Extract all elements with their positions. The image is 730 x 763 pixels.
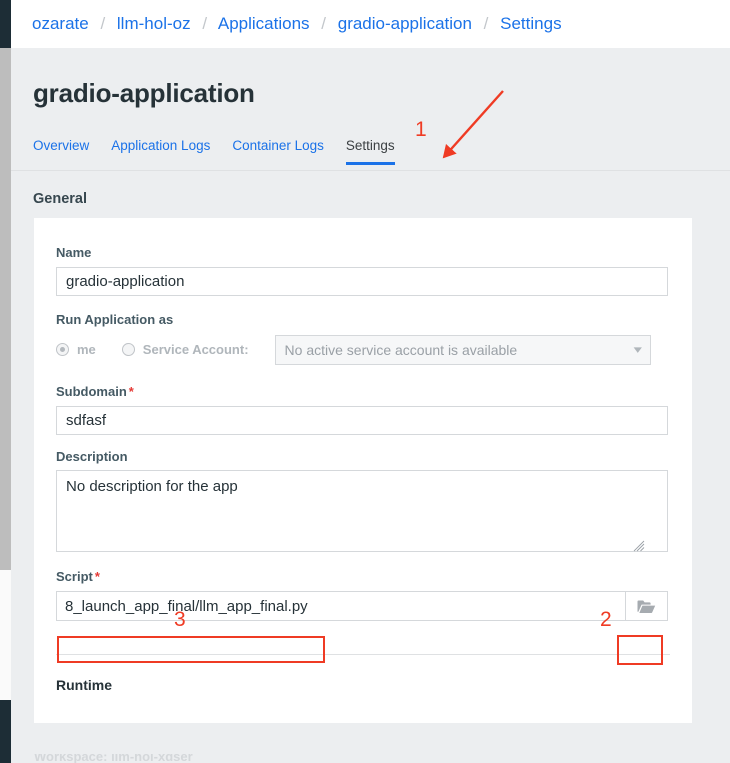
description-label: Description bbox=[56, 449, 128, 464]
run-as-row: me Service Account: No active service ac… bbox=[56, 334, 670, 365]
required-asterisk: * bbox=[128, 384, 134, 399]
breadcrumb-separator: / bbox=[321, 14, 326, 33]
general-settings-card: Name Run Application as me Service Accou… bbox=[34, 218, 692, 723]
service-account-select[interactable]: No active service account is available ▾ bbox=[274, 334, 651, 365]
breadcrumb-item-settings[interactable]: Settings bbox=[500, 14, 561, 33]
breadcrumb-item-llm-hol-oz[interactable]: llm-hol-oz bbox=[117, 14, 191, 33]
left-nav-rail-bottom[interactable] bbox=[0, 700, 11, 763]
radio-option-service-account[interactable]: Service Account: bbox=[121, 342, 249, 357]
subdomain-field-group: Subdomain * bbox=[56, 384, 670, 435]
tab-container-logs[interactable]: Container Logs bbox=[232, 138, 324, 165]
run-as-label: Run Application as bbox=[56, 312, 174, 327]
script-input-row bbox=[56, 591, 670, 621]
chevron-down-icon: ▾ bbox=[633, 344, 642, 356]
tab-application-logs[interactable]: Application Logs bbox=[111, 138, 210, 165]
breadcrumb-item-ozarate[interactable]: ozarate bbox=[32, 14, 89, 33]
top-bar: ozarate / llm-hol-oz / Applications / gr… bbox=[11, 0, 730, 48]
subdomain-label-text: Subdomain bbox=[56, 384, 127, 399]
main-content: gradio-application Overview Application … bbox=[11, 48, 730, 763]
breadcrumb: ozarate / llm-hol-oz / Applications / gr… bbox=[32, 12, 562, 36]
general-section-heading: General bbox=[33, 191, 87, 207]
folder-open-icon bbox=[637, 600, 656, 613]
breadcrumb-separator: / bbox=[202, 14, 208, 33]
script-label: Script * bbox=[56, 569, 670, 584]
breadcrumb-separator: / bbox=[100, 14, 106, 33]
script-input[interactable] bbox=[56, 591, 625, 621]
clipped-bottom-text: Workspace: llm-hol-xdser bbox=[34, 754, 434, 763]
tab-bar: Overview Application Logs Container Logs… bbox=[11, 138, 730, 171]
run-as-field-group: Run Application as me Service Account: N… bbox=[56, 312, 670, 365]
radio-service-account-icon[interactable] bbox=[121, 343, 135, 356]
service-account-select-value: No active service account is available bbox=[284, 341, 518, 358]
tab-settings[interactable]: Settings bbox=[345, 138, 395, 165]
subdomain-label: Subdomain * bbox=[56, 384, 670, 399]
radio-option-me[interactable]: me bbox=[56, 342, 96, 357]
breadcrumb-item-gradio-application[interactable]: gradio-application bbox=[338, 14, 472, 33]
page-scrollbar[interactable] bbox=[0, 48, 11, 700]
script-field-group: Script * bbox=[56, 569, 670, 621]
clipped-bottom-text-value: Workspace: llm-hol-xdser bbox=[34, 754, 193, 763]
page-title: gradio-application bbox=[33, 78, 255, 108]
radio-me-icon[interactable] bbox=[56, 343, 69, 356]
name-input[interactable] bbox=[56, 267, 668, 296]
name-label: Name bbox=[56, 245, 92, 260]
required-asterisk: * bbox=[94, 569, 100, 584]
page-scrollbar-thumb[interactable] bbox=[0, 48, 11, 570]
description-field-group: Description No description for the app bbox=[56, 449, 670, 552]
description-textarea[interactable]: No description for the app bbox=[56, 470, 668, 552]
breadcrumb-item-applications[interactable]: Applications bbox=[218, 14, 310, 33]
radio-service-account-label: Service Account: bbox=[142, 342, 249, 357]
browse-script-button[interactable] bbox=[625, 591, 668, 621]
script-label-text: Script bbox=[56, 569, 93, 584]
name-field-group: Name bbox=[56, 245, 670, 296]
tab-overview[interactable]: Overview bbox=[33, 138, 89, 165]
breadcrumb-separator: / bbox=[483, 14, 489, 33]
subdomain-input[interactable] bbox=[56, 406, 668, 435]
runtime-section-heading: Runtime bbox=[56, 677, 112, 693]
left-nav-rail-top[interactable] bbox=[0, 0, 11, 48]
radio-me-label: me bbox=[77, 342, 96, 357]
